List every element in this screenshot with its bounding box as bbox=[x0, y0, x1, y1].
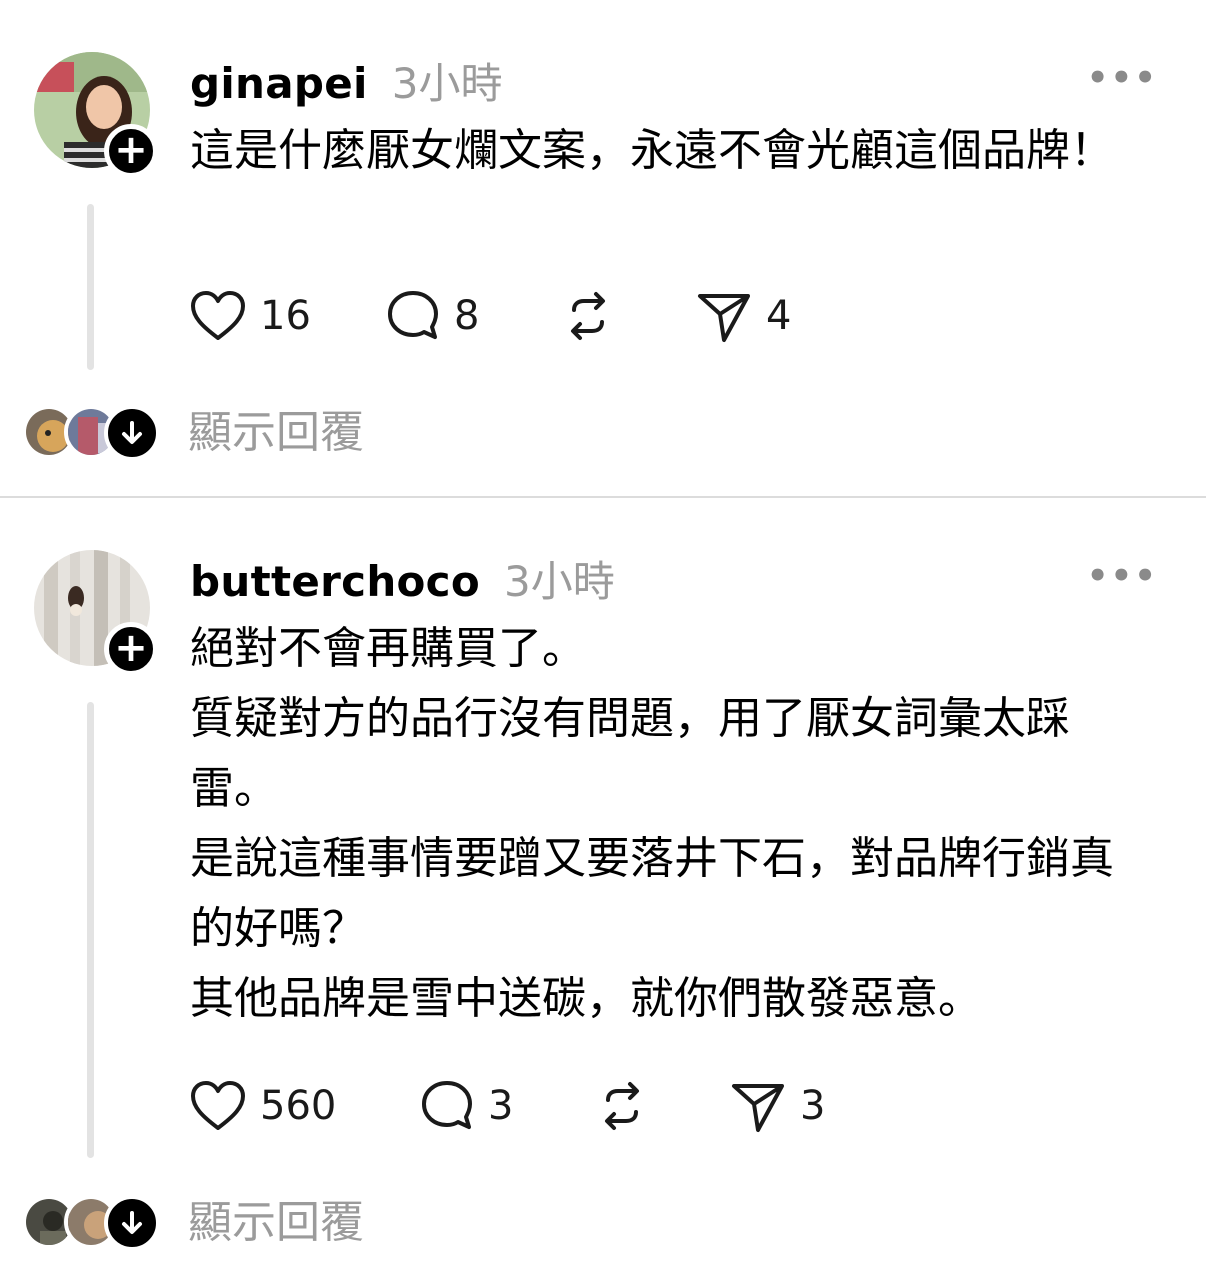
share-count: 3 bbox=[800, 1083, 826, 1129]
comment-icon bbox=[422, 1081, 472, 1129]
repost-icon bbox=[571, 292, 605, 340]
like-count: 16 bbox=[260, 293, 311, 339]
post-header: butterchoco 3小時 bbox=[190, 548, 615, 609]
thread-line bbox=[87, 204, 94, 370]
comment-count: 3 bbox=[488, 1083, 514, 1129]
comment-count: 8 bbox=[454, 293, 480, 339]
down-arrow-icon bbox=[104, 1195, 160, 1251]
send-icon bbox=[732, 1084, 784, 1132]
repost-button[interactable] bbox=[560, 286, 616, 346]
action-bar: 16 8 4 bbox=[190, 286, 890, 346]
comment-button[interactable]: 3 bbox=[420, 1076, 513, 1136]
like-button[interactable]: 16 bbox=[190, 286, 311, 346]
comment-post: + butterchoco 3小時 ••• 絕對不會再購買了。 質疑對方的品行沒… bbox=[0, 498, 1206, 1280]
post-body: 這是什麼厭女爛文案，永遠不會光顧這個品牌！ bbox=[190, 116, 1140, 186]
show-replies-row[interactable]: 顯示回覆 bbox=[22, 1195, 422, 1251]
action-bar: 560 3 3 bbox=[190, 1076, 890, 1136]
repost-icon bbox=[605, 1082, 639, 1130]
heart-icon bbox=[191, 291, 245, 340]
show-replies-link[interactable]: 顯示回覆 bbox=[188, 405, 364, 461]
follow-button[interactable]: + bbox=[104, 622, 158, 676]
post-text-line: 絕對不會再購買了。 bbox=[190, 623, 586, 674]
share-button[interactable]: 4 bbox=[696, 286, 791, 346]
username[interactable]: butterchoco bbox=[190, 557, 480, 606]
post-text-line: 是說這種事情要蹭又要落井下石，對品牌行銷真的好嗎？ bbox=[190, 833, 1114, 954]
post-text-line: 質疑對方的品行沒有問題，用了厭女詞彙太踩雷。 bbox=[190, 693, 1070, 814]
username[interactable]: ginapei bbox=[190, 59, 368, 108]
repost-button[interactable] bbox=[594, 1076, 650, 1136]
comment-icon bbox=[388, 291, 438, 339]
timestamp: 3小時 bbox=[504, 557, 615, 606]
post-body: 絕對不會再購買了。 質疑對方的品行沒有問題，用了厭女詞彙太踩雷。 是說這種事情要… bbox=[190, 614, 1140, 1034]
heart-icon bbox=[191, 1081, 245, 1130]
share-button[interactable]: 3 bbox=[730, 1076, 825, 1136]
like-count: 560 bbox=[260, 1083, 337, 1129]
comment-button[interactable]: 8 bbox=[386, 286, 479, 346]
like-button[interactable]: 560 bbox=[190, 1076, 336, 1136]
more-options-button[interactable]: ••• bbox=[1087, 58, 1158, 98]
down-arrow-icon bbox=[104, 405, 160, 461]
share-count: 4 bbox=[766, 293, 792, 339]
send-icon bbox=[698, 294, 750, 342]
show-replies-row[interactable]: 顯示回覆 bbox=[22, 405, 422, 461]
thread-line bbox=[87, 702, 94, 1158]
follow-button[interactable]: + bbox=[104, 124, 158, 178]
post-text-line: 其他品牌是雪中送碳，就你們散發惡意。 bbox=[190, 973, 982, 1024]
more-options-button[interactable]: ••• bbox=[1087, 556, 1158, 596]
show-replies-link[interactable]: 顯示回覆 bbox=[188, 1195, 364, 1251]
post-text-line: 這是什麼厭女爛文案，永遠不會光顧這個品牌！ bbox=[190, 125, 1114, 176]
timestamp: 3小時 bbox=[391, 59, 503, 108]
post-header: ginapei 3小時 bbox=[190, 50, 502, 111]
comment-post: + ginapei 3小時 ••• 這是什麼厭女爛文案，永遠不會光顧這個品牌！ … bbox=[0, 0, 1206, 496]
